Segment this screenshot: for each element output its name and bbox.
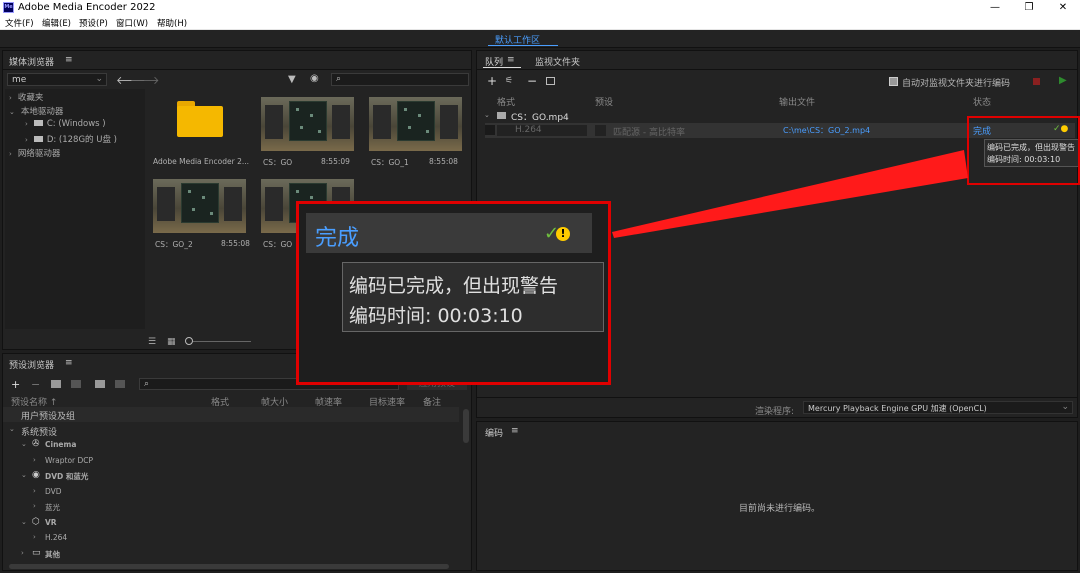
arrow-shape: [612, 150, 968, 238]
warning-check-icon: ✓!: [544, 223, 570, 244]
callout-status-row: 完成 ✓!: [306, 213, 592, 253]
zoom-callout: 完成 ✓! 编码已完成，但出现警告 编码时间: 00:03:10: [296, 201, 611, 385]
callout-line-1: 编码已完成，但出现警告: [349, 275, 559, 297]
callout-tooltip: 编码已完成，但出现警告 编码时间: 00:03:10: [342, 262, 604, 332]
callout-line-2: 编码时间: 00:03:10: [349, 305, 523, 327]
callout-status: 完成: [315, 226, 360, 251]
